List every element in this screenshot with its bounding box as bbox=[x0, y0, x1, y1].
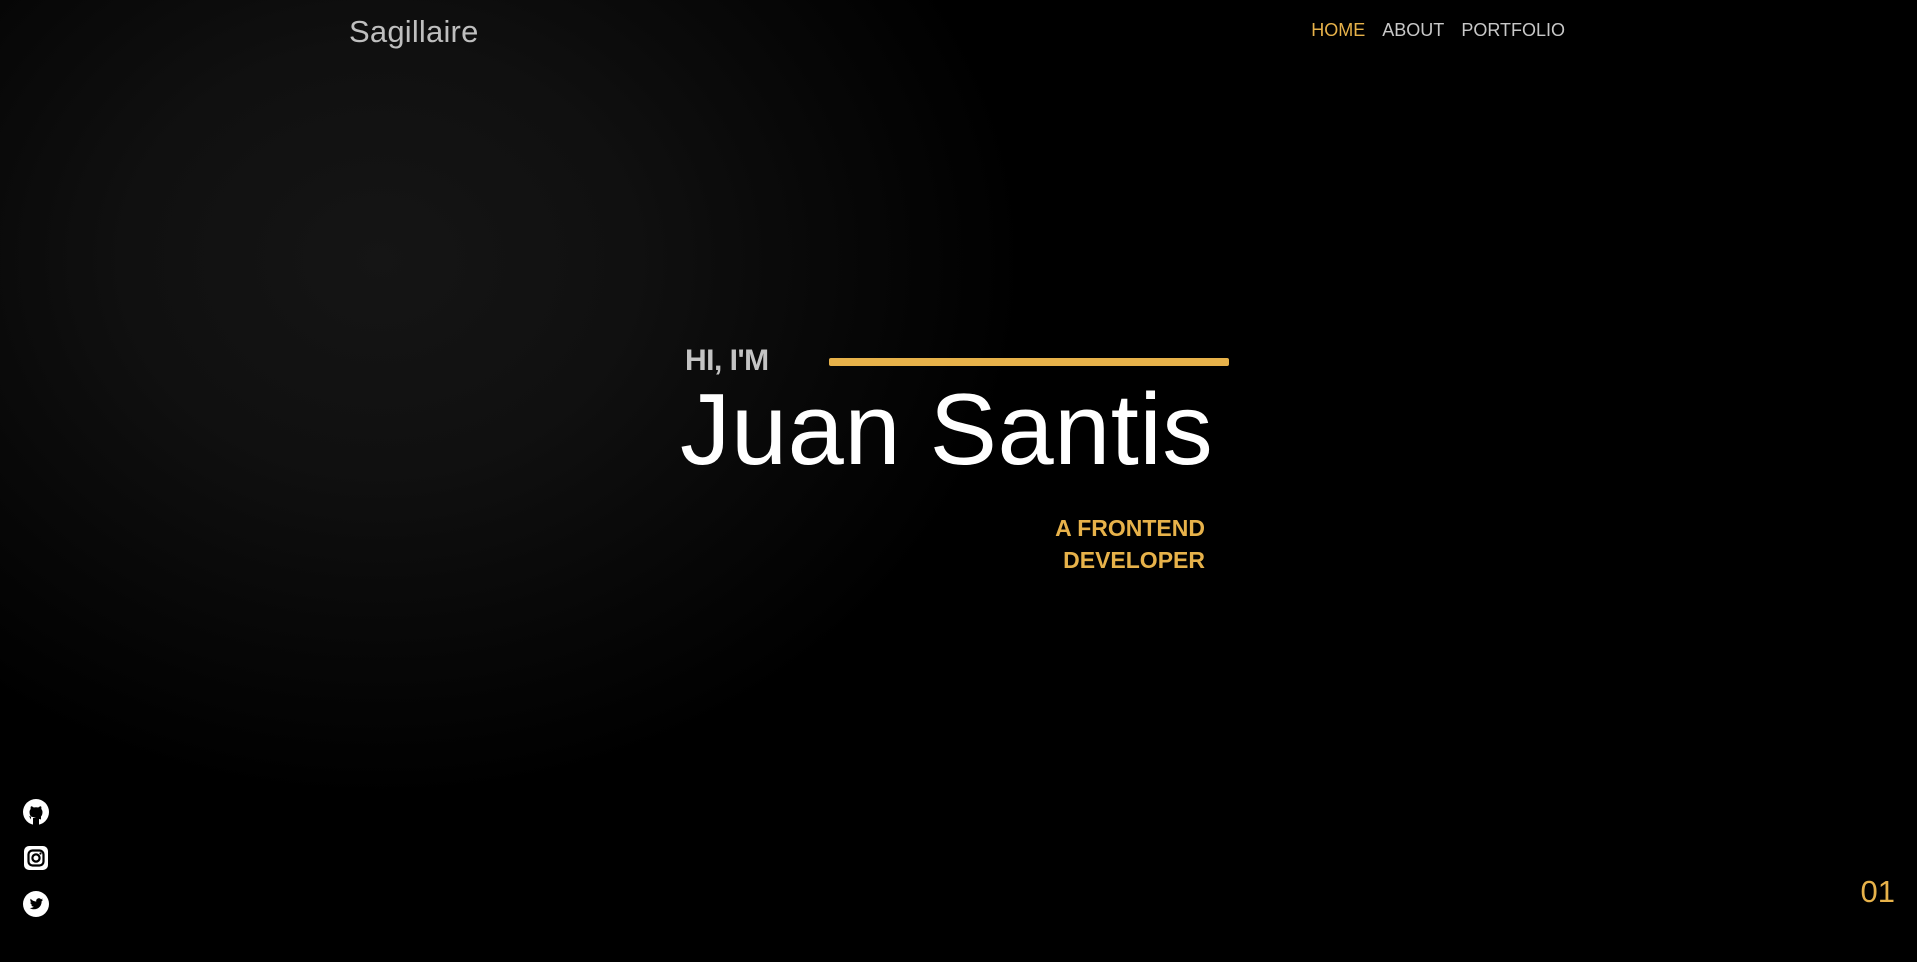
twitter-icon bbox=[23, 891, 49, 917]
accent-line bbox=[829, 358, 1229, 366]
nav-item-portfolio[interactable]: PORTFOLIO bbox=[1461, 20, 1565, 41]
hero-name: Juan Santis bbox=[680, 374, 1214, 486]
hero-role: A FRONTEND DEVELOPER bbox=[1055, 512, 1205, 576]
instagram-icon bbox=[24, 846, 48, 870]
twitter-link[interactable] bbox=[22, 890, 50, 918]
nav-item-about[interactable]: ABOUT bbox=[1382, 20, 1444, 41]
hero-role-line2: DEVELOPER bbox=[1063, 547, 1205, 573]
main-nav: HOME ABOUT PORTFOLIO bbox=[1311, 20, 1565, 41]
github-link[interactable] bbox=[22, 798, 50, 826]
site-logo[interactable]: Sagillaire bbox=[349, 14, 479, 50]
nav-item-home[interactable]: HOME bbox=[1311, 20, 1365, 41]
page-number: 01 bbox=[1860, 874, 1895, 909]
github-icon bbox=[23, 799, 49, 826]
instagram-link[interactable] bbox=[22, 844, 50, 872]
social-links bbox=[22, 798, 50, 918]
hero-role-line1: A FRONTEND bbox=[1055, 515, 1205, 541]
